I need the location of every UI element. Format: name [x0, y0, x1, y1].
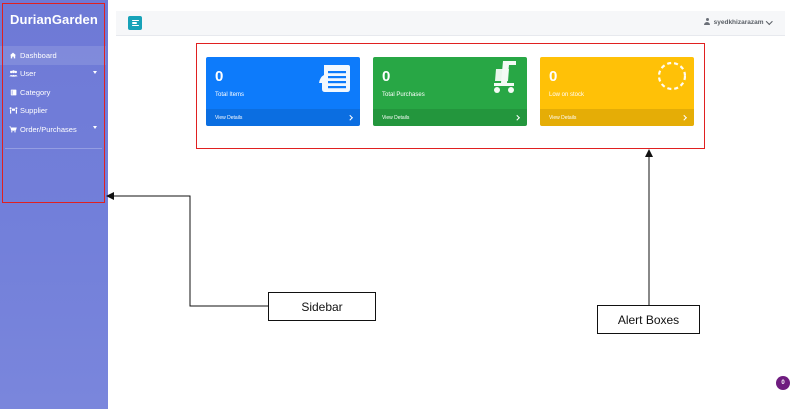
- alert-card-low-on-stock: 0 Low on stock View Details: [540, 57, 694, 126]
- menu-toggle-button[interactable]: [128, 16, 142, 30]
- alert-card-total-purchases: 0 Total Purchases View Details: [373, 57, 527, 126]
- cart-icon: [494, 61, 516, 93]
- chevron-down-icon: [765, 17, 772, 25]
- annotation-alert-boxes-label: Alert Boxes: [597, 305, 700, 334]
- page: DurianGarden Dashboard User Category Sup…: [0, 0, 802, 409]
- view-details-link[interactable]: View Details: [206, 109, 360, 126]
- card-label: Total Purchases: [382, 92, 425, 98]
- circle-notch-icon: [657, 61, 686, 91]
- footer-label: View Details: [215, 114, 243, 121]
- user-menu[interactable]: syedkhizarazam: [704, 17, 772, 26]
- chevron-right-icon: [513, 114, 519, 120]
- view-details-link[interactable]: View Details: [540, 109, 694, 126]
- floating-badge[interactable]: 0: [776, 376, 790, 390]
- sidebar-highlight-box: [2, 3, 105, 203]
- card-label: Low on stock: [549, 92, 585, 98]
- alert-card-total-items: 0 Total Items View Details: [206, 57, 360, 126]
- chevron-right-icon: [346, 114, 352, 120]
- card-count: 0: [215, 68, 224, 85]
- topbar: syedkhizarazam: [116, 11, 785, 36]
- username: syedkhizarazam: [713, 18, 764, 26]
- view-details-link[interactable]: View Details: [373, 109, 527, 126]
- annotation-sidebar-label: Sidebar: [268, 292, 376, 321]
- user-icon: [704, 18, 711, 26]
- footer-label: View Details: [382, 114, 410, 121]
- footer-label: View Details: [549, 114, 577, 121]
- chevron-right-icon: [680, 114, 686, 120]
- card-count: 0: [549, 68, 558, 85]
- list-icon: [319, 65, 350, 92]
- card-count: 0: [382, 68, 391, 85]
- card-label: Total Items: [215, 92, 245, 98]
